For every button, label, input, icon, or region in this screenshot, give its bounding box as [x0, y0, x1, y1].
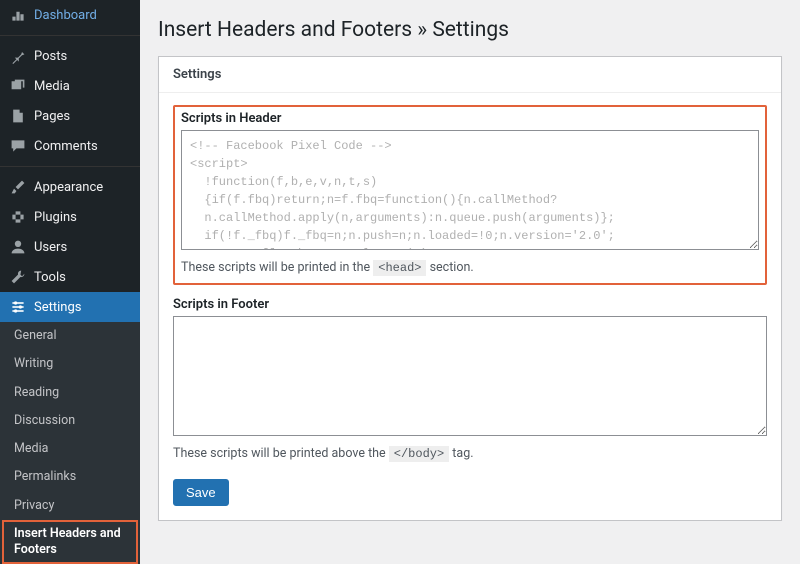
pin-icon — [10, 48, 26, 64]
menu-posts[interactable]: Posts — [0, 41, 140, 71]
settings-icon — [10, 299, 26, 315]
menu-dashboard[interactable]: Dashboard — [0, 0, 140, 30]
scripts-in-footer-textarea[interactable] — [173, 316, 767, 436]
scripts-in-footer-description: These scripts will be printed above the … — [173, 446, 767, 461]
menu-comments[interactable]: Comments — [0, 131, 140, 161]
submenu-discussion[interactable]: Discussion — [0, 407, 140, 435]
wrench-icon — [10, 269, 26, 285]
page-icon — [10, 108, 26, 124]
submenu-permalinks[interactable]: Permalinks — [0, 463, 140, 491]
dashboard-icon — [10, 7, 26, 23]
panel-heading: Settings — [159, 57, 781, 93]
page-title: Insert Headers and Footers » Settings — [158, 10, 782, 56]
settings-submenu: General Writing Reading Discussion Media… — [0, 322, 140, 564]
submenu-general[interactable]: General — [0, 322, 140, 350]
menu-label: Posts — [34, 49, 67, 64]
submenu-media[interactable]: Media — [0, 435, 140, 463]
menu-tools[interactable]: Tools — [0, 262, 140, 292]
menu-label: Pages — [34, 109, 70, 124]
save-button[interactable]: Save — [173, 479, 229, 506]
plugin-icon — [10, 209, 26, 225]
menu-label: Comments — [34, 139, 98, 154]
scripts-in-footer-label: Scripts in Footer — [173, 297, 767, 312]
menu-label: Settings — [34, 300, 81, 315]
menu-separator — [0, 166, 140, 167]
menu-users[interactable]: Users — [0, 232, 140, 262]
head-tag-code: <head> — [373, 260, 426, 276]
scripts-in-footer-group: Scripts in Footer These scripts will be … — [173, 297, 767, 461]
menu-label: Appearance — [34, 180, 103, 195]
scripts-in-header-label: Scripts in Header — [181, 111, 759, 126]
menu-label: Tools — [34, 270, 66, 285]
menu-appearance[interactable]: Appearance — [0, 172, 140, 202]
settings-panel: Settings Scripts in Header These scripts… — [158, 56, 782, 521]
scripts-in-header-group: Scripts in Header These scripts will be … — [173, 105, 767, 285]
menu-label: Plugins — [34, 210, 77, 225]
submenu-writing[interactable]: Writing — [0, 350, 140, 378]
user-icon — [10, 239, 26, 255]
menu-pages[interactable]: Pages — [0, 101, 140, 131]
brush-icon — [10, 179, 26, 195]
scripts-in-header-textarea[interactable] — [181, 130, 759, 250]
admin-sidebar: Dashboard Posts Media Pages Comments App… — [0, 0, 140, 521]
menu-plugins[interactable]: Plugins — [0, 202, 140, 232]
menu-media[interactable]: Media — [0, 71, 140, 101]
comment-icon — [10, 138, 26, 154]
scripts-in-header-description: These scripts will be printed in the <he… — [181, 260, 759, 275]
submenu-privacy[interactable]: Privacy — [0, 492, 140, 520]
menu-settings[interactable]: Settings — [0, 292, 140, 322]
body-tag-code: </body> — [389, 446, 449, 462]
menu-separator — [0, 35, 140, 36]
submenu-reading[interactable]: Reading — [0, 379, 140, 407]
media-icon — [10, 78, 26, 94]
menu-label: Users — [34, 240, 67, 255]
menu-label: Media — [34, 79, 70, 94]
main-content: Insert Headers and Footers » Settings Se… — [140, 0, 800, 521]
submenu-insert-headers-footers[interactable]: Insert Headers and Footers — [2, 520, 138, 564]
menu-label: Dashboard — [34, 8, 97, 23]
